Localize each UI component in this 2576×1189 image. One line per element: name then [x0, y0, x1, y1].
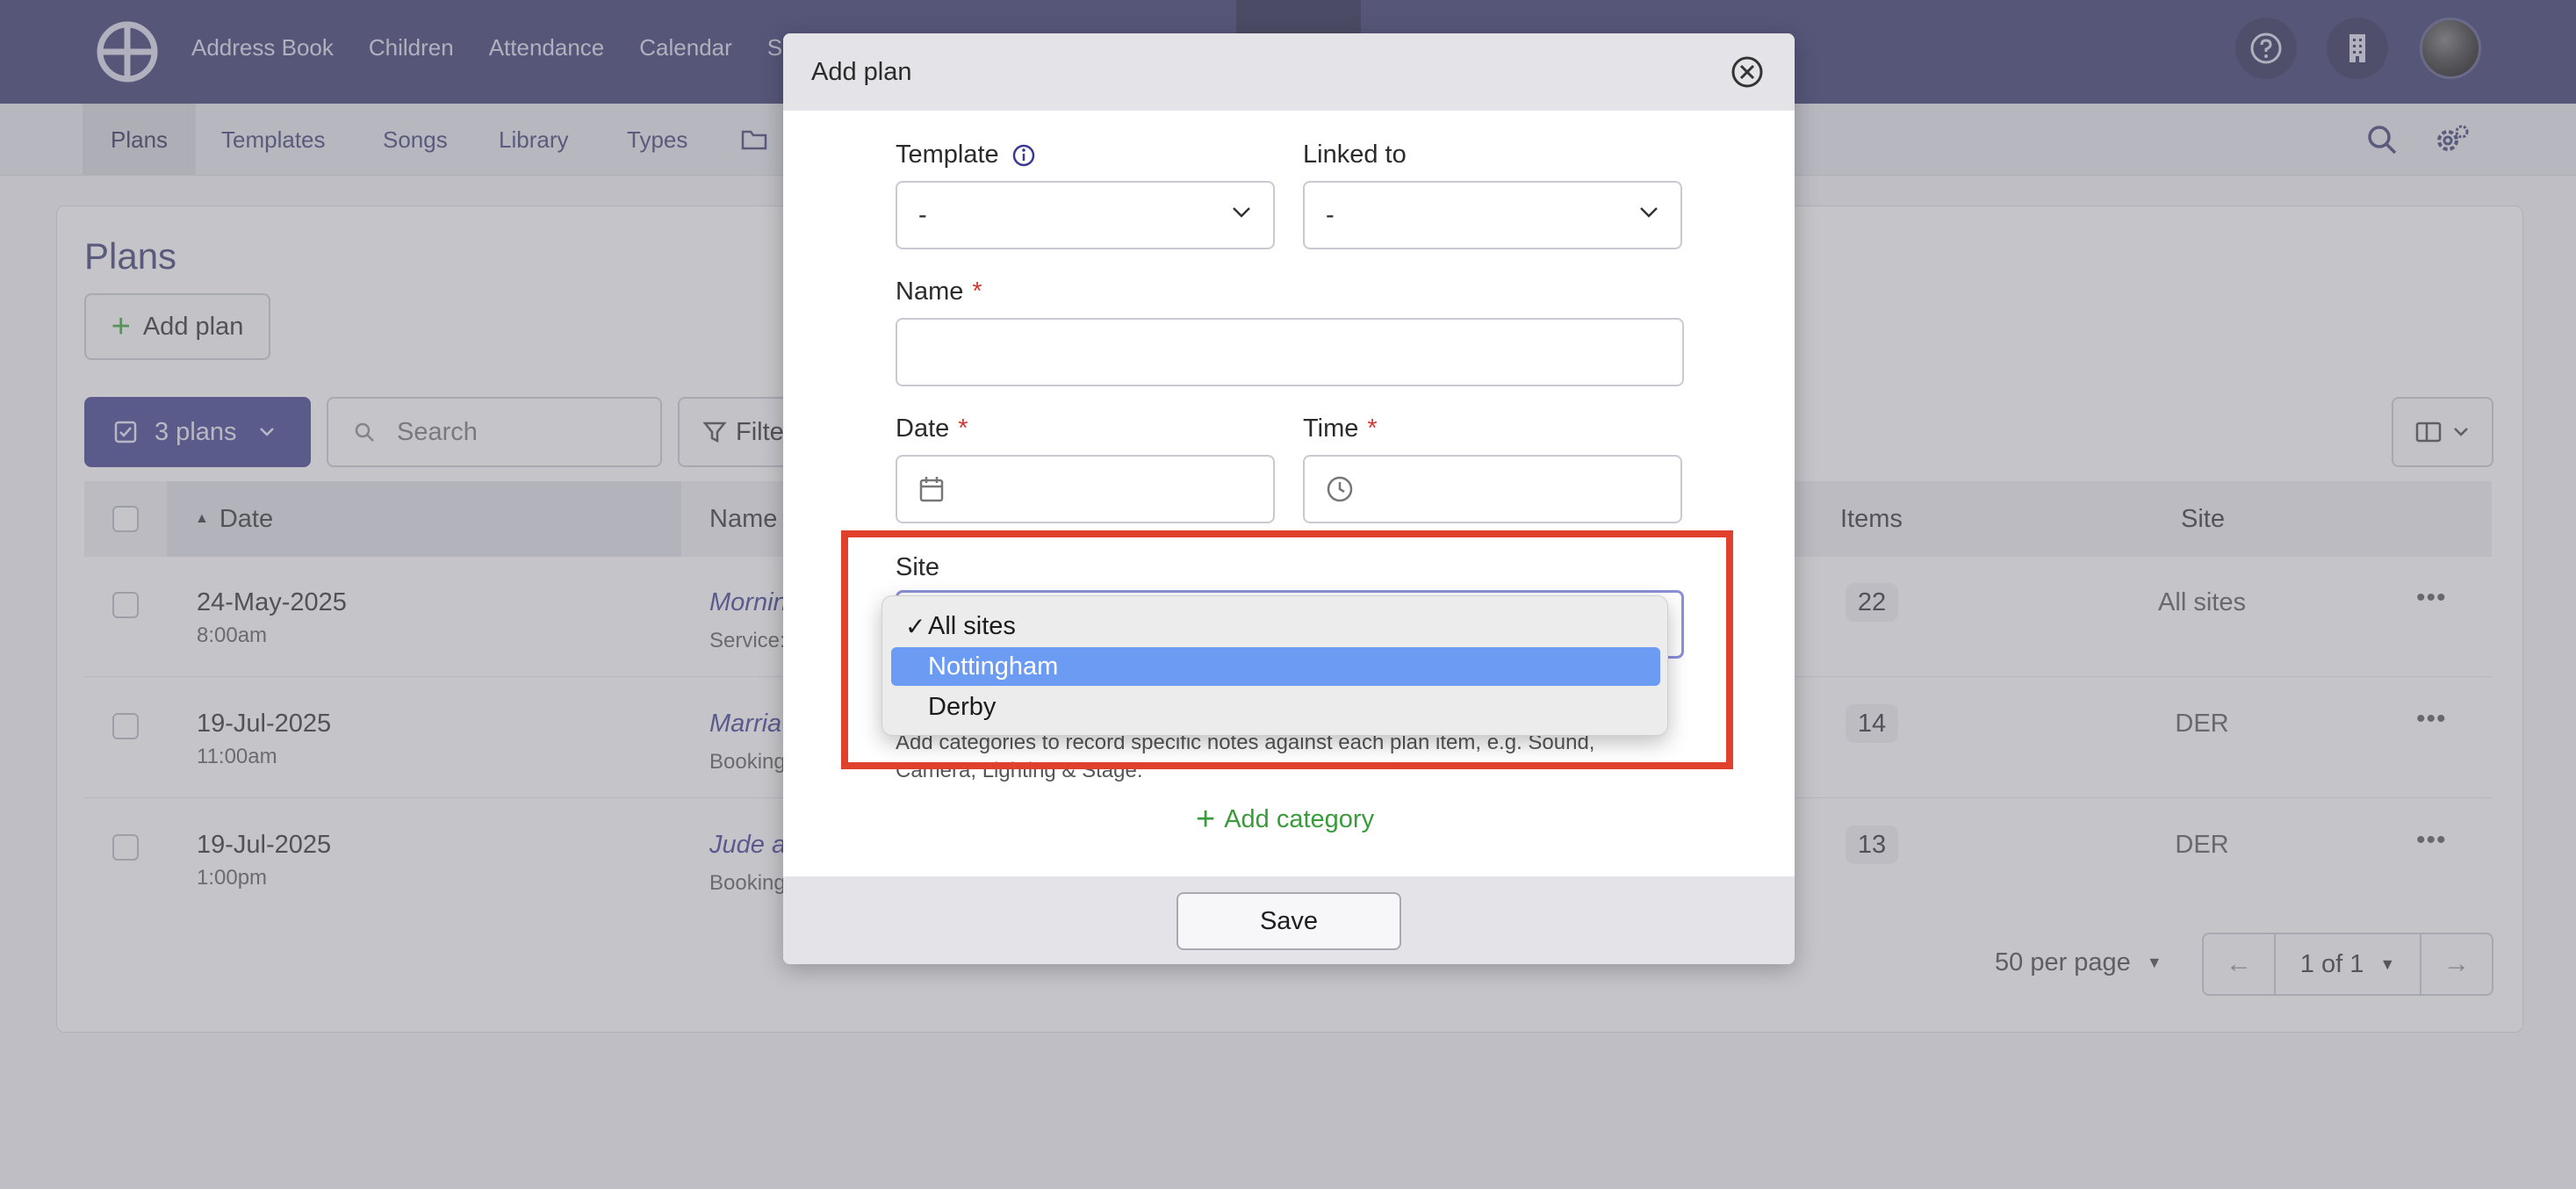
template-value: -	[918, 200, 927, 229]
dialog-header: Add plan	[783, 33, 1795, 111]
required-mark: *	[1367, 414, 1378, 443]
dialog-title: Add plan	[811, 58, 912, 86]
add-category-label: Add category	[1224, 804, 1375, 833]
name-input[interactable]	[918, 337, 1661, 367]
linked-to-select[interactable]: -	[1303, 181, 1682, 249]
name-field[interactable]	[896, 318, 1684, 386]
template-select[interactable]: -	[896, 181, 1275, 249]
highlight-annotation-box	[841, 530, 1733, 769]
time-label: Time *	[1303, 414, 1378, 443]
date-label-text: Date	[896, 414, 950, 443]
chevron-down-icon	[1233, 207, 1250, 218]
info-icon[interactable]	[1011, 143, 1036, 168]
time-field[interactable]	[1303, 455, 1682, 523]
chevron-down-icon	[1640, 207, 1658, 218]
clock-icon	[1327, 476, 1353, 502]
add-category-button[interactable]: + Add category	[1196, 803, 1374, 836]
required-mark: *	[958, 414, 968, 443]
date-label: Date *	[896, 414, 968, 443]
template-label: Template	[896, 141, 1036, 169]
name-label-text: Name	[896, 277, 964, 306]
required-mark: *	[972, 277, 982, 306]
time-label-text: Time	[1303, 414, 1359, 443]
save-button[interactable]: Save	[1176, 892, 1401, 950]
template-label-text: Template	[896, 141, 999, 169]
plus-icon: +	[1196, 801, 1216, 838]
close-icon[interactable]	[1730, 54, 1765, 90]
date-field[interactable]	[896, 455, 1275, 523]
linked-to-label: Linked to	[1303, 141, 1407, 169]
linked-to-value: -	[1326, 200, 1335, 229]
dialog-footer: Save	[783, 876, 1795, 964]
name-label: Name *	[896, 277, 982, 306]
calendar-icon	[919, 477, 944, 502]
